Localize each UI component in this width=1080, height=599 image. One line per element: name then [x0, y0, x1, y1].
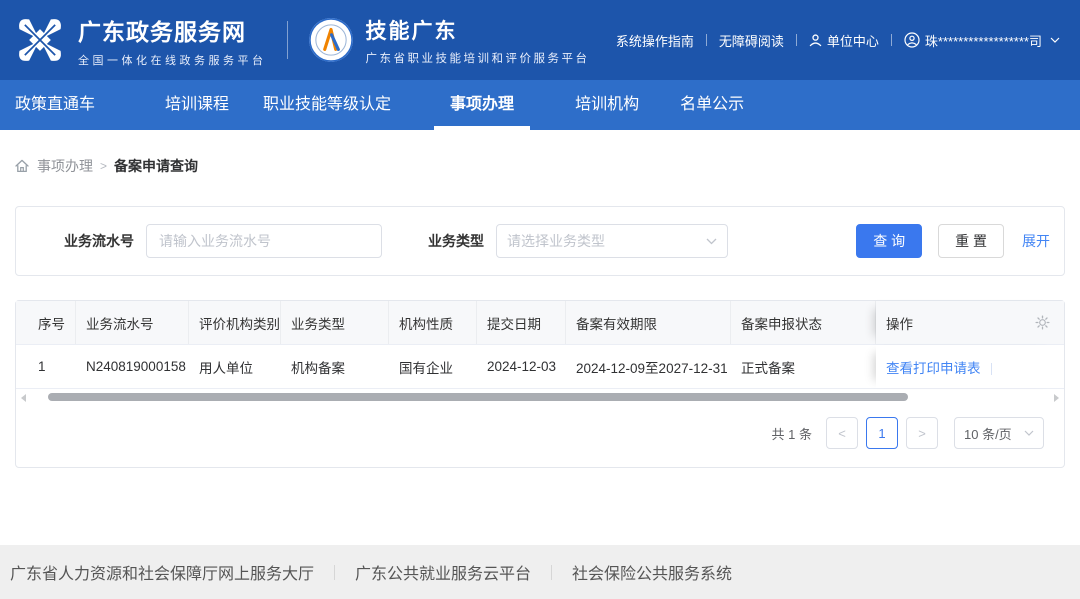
- logo-divider: [287, 21, 288, 59]
- cell-action: 查看打印申请表: [876, 345, 1064, 388]
- page-number-button[interactable]: 1: [866, 417, 898, 449]
- header-links: 系统操作指南 无障碍阅读 单位中心 珠******************司: [616, 31, 1060, 50]
- site-title: 广东政务服务网: [78, 13, 267, 47]
- prev-page-button[interactable]: <: [826, 417, 858, 449]
- col-org-nature: 机构性质: [389, 301, 477, 344]
- scroll-right-arrow-icon[interactable]: [1054, 394, 1059, 402]
- business-type-label: 业务类型: [428, 231, 484, 251]
- nav-item-training-orgs[interactable]: 培训机构: [575, 80, 639, 130]
- business-type-select[interactable]: 请选择业务类型: [496, 224, 728, 258]
- reset-button[interactable]: 重 置: [938, 224, 1004, 258]
- col-submit-date: 提交日期: [477, 301, 566, 344]
- table-header-row: 序号 业务流水号 评价机构类别 业务类型 机构性质 提交日期 备案有效期限 备案…: [16, 301, 1064, 345]
- view-print-application-link[interactable]: 查看打印申请表: [886, 361, 981, 376]
- pinwheel-logo-icon: [14, 14, 66, 66]
- breadcrumb-separator: >: [100, 159, 107, 173]
- user-avatar-icon: [904, 32, 920, 48]
- system-guide-link[interactable]: 系统操作指南: [616, 31, 694, 50]
- nav-item-public-list[interactable]: 名单公示: [680, 80, 744, 130]
- chevron-down-icon: [1050, 37, 1060, 43]
- results-panel: 序号 业务流水号 评价机构类别 业务类型 机构性质 提交日期 备案有效期限 备案…: [15, 300, 1065, 468]
- total-count: 共 1 条: [772, 424, 812, 443]
- footer: 广东省人力资源和社会保障厅网上服务大厅 广东公共就业服务云平台 社会保险公共服务…: [0, 545, 1080, 599]
- skill-guangdong-badge-icon: [308, 17, 354, 63]
- home-icon[interactable]: [14, 158, 30, 174]
- top-header: 广东政务服务网 全国一体化在线政务服务平台 技能广东 广东省职业技能培训和评价服…: [0, 0, 1080, 80]
- query-button[interactable]: 查 询: [856, 224, 922, 258]
- site-subtitle: 全国一体化在线政务服务平台: [78, 52, 267, 68]
- serial-number-input[interactable]: [146, 224, 382, 258]
- serial-number-label: 业务流水号: [64, 231, 134, 251]
- user-account-dropdown[interactable]: 珠******************司: [904, 31, 1060, 50]
- action-divider: [991, 363, 992, 375]
- scroll-left-arrow-icon[interactable]: [21, 394, 26, 402]
- platform-logo: 技能广东 广东省职业技能培训和评价服务平台: [308, 15, 590, 66]
- col-serial: 业务流水号: [76, 301, 189, 344]
- next-page-button[interactable]: >: [906, 417, 938, 449]
- cell-valid-period: 2024-12-09至2027-12-31: [566, 345, 731, 388]
- footer-divider: [334, 565, 335, 580]
- col-status: 备案申报状态: [731, 301, 876, 344]
- cell-submit-date: 2024-12-03: [477, 345, 566, 388]
- footer-link-social-insurance[interactable]: 社会保险公共服务系统: [572, 560, 732, 584]
- horizontal-scrollbar: [18, 391, 1062, 405]
- gov-logo: 广东政务服务网 全国一体化在线政务服务平台: [14, 13, 267, 68]
- nav-item-courses[interactable]: 培训课程: [165, 80, 229, 130]
- expand-link[interactable]: 展开: [1022, 231, 1050, 251]
- nav-item-skill-certification[interactable]: 职业技能等级认定: [263, 80, 391, 130]
- col-biz-type: 业务类型: [281, 301, 389, 344]
- pagination: 共 1 条 < 1 > 10 条/页: [16, 405, 1064, 461]
- cell-status: 正式备案: [731, 345, 876, 388]
- col-org-category: 评价机构类别: [189, 301, 281, 344]
- link-separator: [706, 34, 707, 46]
- platform-title: 技能广东: [366, 15, 590, 45]
- col-action: 操作: [876, 301, 1064, 344]
- link-separator: [796, 34, 797, 46]
- col-valid-period: 备案有效期限: [566, 301, 731, 344]
- search-panel: 业务流水号 业务类型 请选择业务类型 查 询 重 置 展开: [15, 206, 1065, 276]
- person-icon: [809, 33, 822, 47]
- chevron-down-icon: [706, 238, 717, 245]
- scrollbar-thumb[interactable]: [48, 393, 908, 401]
- footer-divider: [551, 565, 552, 580]
- page-size-select[interactable]: 10 条/页: [954, 417, 1044, 449]
- column-settings-gear-icon[interactable]: [1035, 315, 1050, 330]
- col-index: 序号: [16, 301, 76, 344]
- cell-index: 1: [16, 345, 76, 388]
- footer-link-employment-cloud[interactable]: 广东公共就业服务云平台: [355, 560, 531, 584]
- breadcrumb: 事项办理 > 备案申请查询: [14, 156, 1080, 176]
- user-name: 珠******************司: [925, 31, 1042, 50]
- table-row: 1 N240819000158 用人单位 机构备案 国有企业 2024-12-0…: [16, 345, 1064, 389]
- unit-center-link[interactable]: 单位中心: [809, 31, 879, 50]
- nav-item-matters[interactable]: 事项办理: [450, 80, 514, 130]
- cell-serial: N240819000158: [76, 345, 189, 388]
- platform-subtitle: 广东省职业技能培训和评价服务平台: [366, 50, 590, 66]
- breadcrumb-current: 备案申请查询: [114, 156, 198, 176]
- cell-org-nature: 国有企业: [389, 345, 477, 388]
- cell-biz-type: 机构备案: [281, 345, 389, 388]
- business-type-placeholder: 请选择业务类型: [507, 231, 605, 251]
- cell-org-category: 用人单位: [189, 345, 281, 388]
- footer-link-hr-hall[interactable]: 广东省人力资源和社会保障厅网上服务大厅: [10, 560, 314, 584]
- chevron-down-icon: [1024, 430, 1034, 436]
- main-nav: 政策直通车 培训课程 职业技能等级认定 事项办理 培训机构 名单公示: [0, 80, 1080, 130]
- link-separator: [891, 34, 892, 46]
- accessibility-link[interactable]: 无障碍阅读: [719, 31, 784, 50]
- breadcrumb-section[interactable]: 事项办理: [37, 156, 93, 176]
- nav-item-policy[interactable]: 政策直通车: [15, 80, 95, 130]
